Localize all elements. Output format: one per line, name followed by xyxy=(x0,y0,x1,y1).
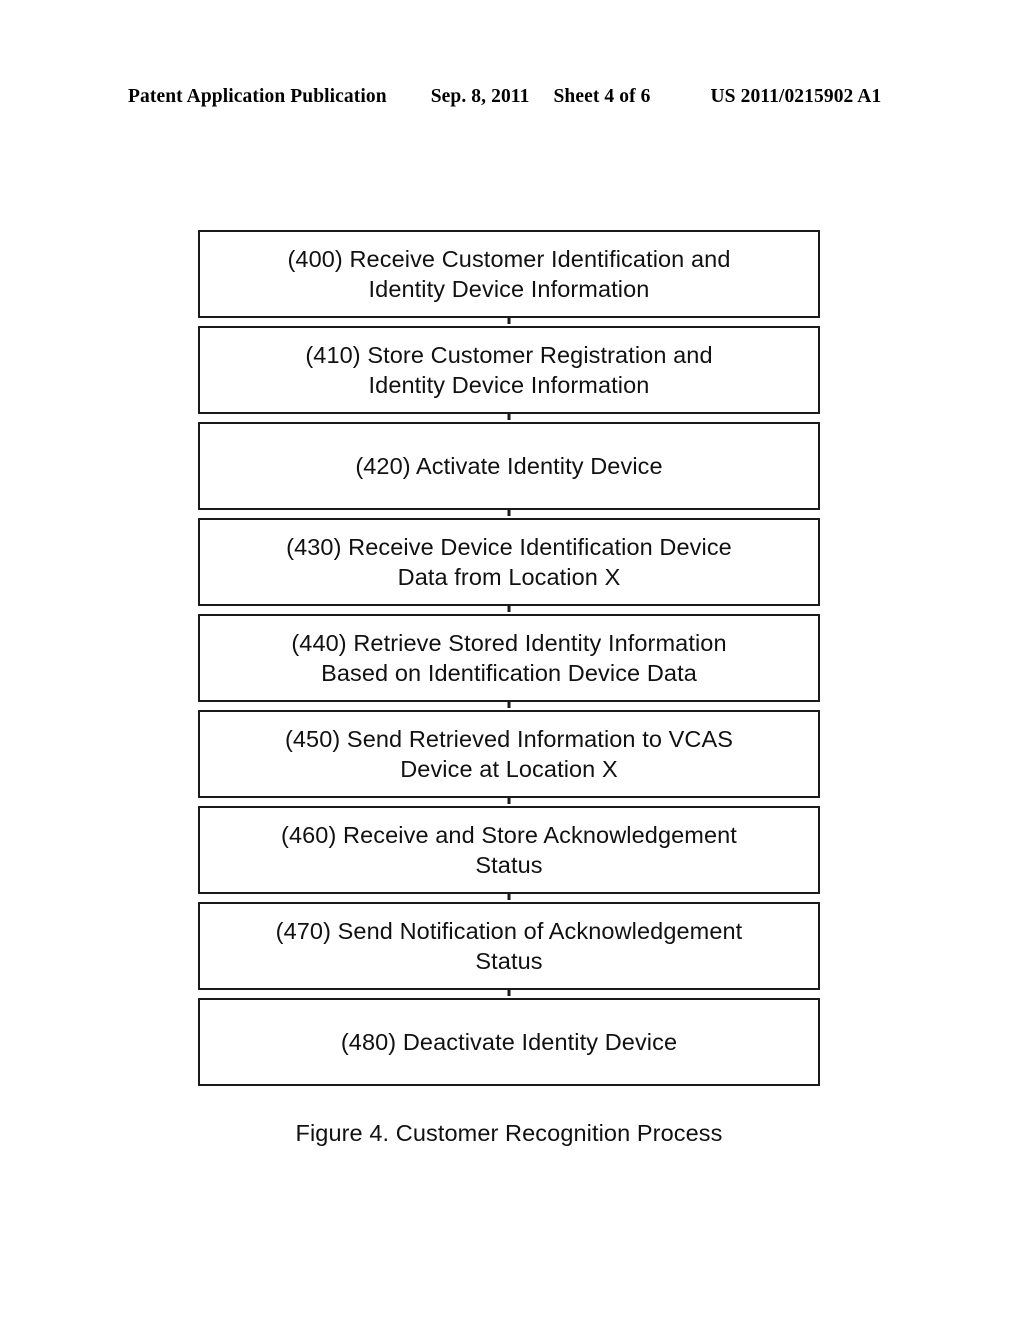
flow-step-410: (410) Store Customer Registration and Id… xyxy=(198,326,820,414)
publication-date: Sep. 8, 2011 xyxy=(430,86,530,107)
flow-step-420: (420) Activate Identity Device xyxy=(198,422,820,510)
flow-step-label: (420) Activate Identity Device xyxy=(355,452,663,479)
flow-step-label: (480) Deactivate Identity Device xyxy=(340,1028,678,1055)
flow-step-label: (440) Retrieve Stored Identity Informati… xyxy=(291,629,727,686)
flow-step-440: (440) Retrieve Stored Identity Informati… xyxy=(198,614,820,702)
document-number: US 2011/0215902 A1 xyxy=(710,86,882,107)
flow-step-label: (430) Receive Device Identification Devi… xyxy=(286,533,732,590)
flow-step-label: (400) Receive Customer Identification an… xyxy=(287,245,731,302)
flow-step-400: (400) Receive Customer Identification an… xyxy=(198,230,820,318)
flow-step-430: (430) Receive Device Identification Devi… xyxy=(198,518,820,606)
patent-header: Patent Application Publication Sep. 8, 2… xyxy=(128,86,896,112)
flow-step-label: (410) Store Customer Registration and Id… xyxy=(305,341,713,398)
flow-step-label: (460) Receive and Store Acknowledgement … xyxy=(281,821,737,878)
figure-caption: Figure 4. Customer Recognition Process xyxy=(295,1120,723,1146)
flow-step-480: (480) Deactivate Identity Device xyxy=(198,998,820,1086)
flow-step-450: (450) Send Retrieved Information to VCAS… xyxy=(198,710,820,798)
flow-step-label: (450) Send Retrieved Information to VCAS… xyxy=(284,725,734,782)
publication-label: Patent Application Publication xyxy=(128,86,387,107)
sheet-number: Sheet 4 of 6 xyxy=(553,86,651,107)
flow-step-460: (460) Receive and Store Acknowledgement … xyxy=(198,806,820,894)
flow-step-label: (470) Send Notification of Acknowledgeme… xyxy=(275,917,743,974)
flowchart: (400) Receive Customer Identification an… xyxy=(198,230,820,1094)
flow-step-470: (470) Send Notification of Acknowledgeme… xyxy=(198,902,820,990)
